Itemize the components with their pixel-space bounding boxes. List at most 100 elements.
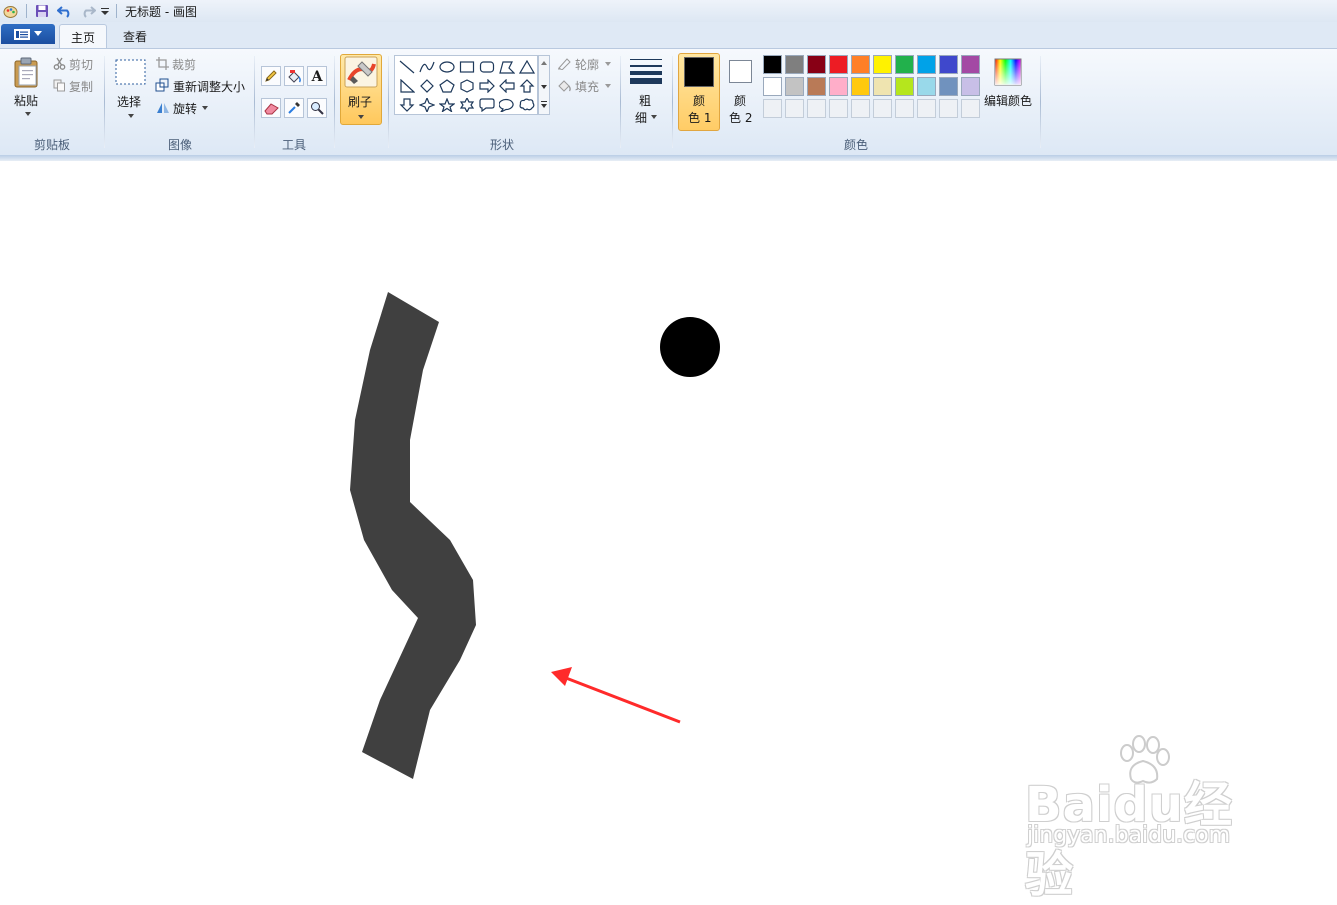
cloud-callout-shape-icon[interactable]	[517, 95, 537, 114]
outline-button[interactable]: 轮廓	[575, 56, 599, 73]
palette-swatch[interactable]	[763, 55, 782, 74]
palette-swatch[interactable]	[895, 77, 914, 96]
pentagon-shape-icon[interactable]	[437, 76, 457, 95]
gallery-up-icon[interactable]	[541, 59, 547, 67]
palette-swatch[interactable]	[829, 77, 848, 96]
palette-custom-slot[interactable]	[807, 99, 826, 118]
rectangle-shape-icon[interactable]	[457, 57, 477, 76]
paint-menu-button[interactable]	[1, 24, 55, 44]
fill-tool[interactable]	[284, 66, 304, 86]
rounded-rectangle-shape-icon[interactable]	[477, 57, 497, 76]
palette-custom-slot[interactable]	[785, 99, 804, 118]
tab-view[interactable]: 查看	[112, 24, 158, 48]
palette-swatch[interactable]	[785, 77, 804, 96]
select-dropdown-icon[interactable]	[127, 112, 135, 120]
palette-swatch[interactable]	[961, 55, 980, 74]
triangle-shape-icon[interactable]	[517, 57, 537, 76]
rounded-callout-shape-icon[interactable]	[477, 95, 497, 114]
brushes-dropdown-icon[interactable]	[357, 113, 365, 121]
palette-custom-slot[interactable]	[895, 99, 914, 118]
palette-swatch[interactable]	[851, 55, 870, 74]
rotate-dropdown-icon[interactable]	[201, 104, 209, 112]
cut-button[interactable]: 剪切	[69, 56, 93, 73]
rotate-button[interactable]: 旋转	[173, 100, 197, 117]
palette-custom-slot[interactable]	[851, 99, 870, 118]
palette-swatch[interactable]	[851, 77, 870, 96]
size-dropdown-icon[interactable]	[650, 113, 658, 121]
palette-swatch[interactable]	[917, 77, 936, 96]
pencil-tool[interactable]	[261, 66, 281, 86]
palette-swatch[interactable]	[939, 55, 958, 74]
oval-shape-icon[interactable]	[437, 57, 457, 76]
palette-custom-slot[interactable]	[961, 99, 980, 118]
paint-app-icon[interactable]	[2, 3, 18, 19]
paint-menu-chevron-icon	[34, 31, 42, 36]
color2-label-top: 颜	[734, 94, 747, 108]
palette-swatch[interactable]	[961, 77, 980, 96]
tab-bar	[0, 22, 1337, 48]
hexagon-shape-icon[interactable]	[457, 76, 477, 95]
shapes-gallery-scroll[interactable]	[538, 55, 550, 115]
crop-button[interactable]: 裁剪	[172, 56, 196, 73]
fill-button[interactable]: 填充	[575, 78, 599, 95]
palette-swatch[interactable]	[895, 55, 914, 74]
eraser-tool[interactable]	[261, 98, 281, 118]
edit-colors-icon[interactable]	[993, 57, 1023, 87]
up-arrow-shape-icon[interactable]	[517, 76, 537, 95]
curve-shape-icon[interactable]	[417, 57, 437, 76]
color2-swatch[interactable]	[729, 60, 752, 83]
paste-dropdown-icon[interactable]	[24, 110, 32, 118]
left-arrow-shape-icon[interactable]	[497, 76, 517, 95]
palette-swatch[interactable]	[829, 55, 848, 74]
five-point-star-shape-icon[interactable]	[437, 95, 457, 114]
color-picker-tool[interactable]	[284, 98, 304, 118]
size-lines-icon[interactable]	[628, 56, 664, 86]
polygon-shape-icon[interactable]	[497, 57, 517, 76]
tab-home[interactable]: 主页	[59, 24, 107, 49]
save-icon[interactable]	[34, 3, 50, 19]
colors-group-label: 颜色	[843, 138, 868, 152]
palette-swatch[interactable]	[873, 55, 892, 74]
outline-dropdown-icon[interactable]	[604, 60, 612, 68]
magnifier-icon	[311, 102, 324, 115]
oval-callout-shape-icon[interactable]	[497, 95, 517, 114]
edit-colors-button[interactable]: 编辑颜色	[984, 92, 1032, 109]
four-point-star-shape-icon[interactable]	[417, 95, 437, 114]
select-button[interactable]: 选择	[117, 93, 141, 110]
palette-swatch[interactable]	[807, 77, 826, 96]
undo-icon[interactable]	[56, 3, 74, 19]
gallery-expand-icon[interactable]	[541, 101, 547, 111]
diamond-shape-icon[interactable]	[417, 76, 437, 95]
palette-swatch[interactable]	[785, 55, 804, 74]
crop-icon	[155, 56, 169, 70]
palette-swatch[interactable]	[873, 77, 892, 96]
paste-button[interactable]: 粘贴	[14, 92, 38, 109]
six-point-star-shape-icon[interactable]	[457, 95, 477, 114]
palette-swatch[interactable]	[807, 55, 826, 74]
magnifier-tool[interactable]	[307, 98, 327, 118]
brush-stroke	[350, 292, 476, 779]
redo-icon[interactable]	[79, 3, 97, 19]
gallery-down-icon[interactable]	[541, 83, 547, 91]
fill-dropdown-icon[interactable]	[604, 82, 612, 90]
copy-button[interactable]: 复制	[69, 78, 93, 95]
palette-custom-slot[interactable]	[829, 99, 848, 118]
palette-swatch[interactable]	[917, 55, 936, 74]
palette-custom-slot[interactable]	[939, 99, 958, 118]
right-arrow-shape-icon[interactable]	[477, 76, 497, 95]
fill-bucket-icon	[287, 69, 301, 83]
select-icon[interactable]	[114, 58, 146, 86]
palette-swatch[interactable]	[763, 77, 782, 96]
palette-custom-slot[interactable]	[917, 99, 936, 118]
resize-button[interactable]: 重新调整大小	[173, 78, 245, 95]
paste-icon[interactable]	[12, 55, 42, 89]
palette-custom-slot[interactable]	[763, 99, 782, 118]
palette-swatch[interactable]	[939, 77, 958, 96]
line-shape-icon[interactable]	[397, 57, 417, 76]
right-triangle-shape-icon[interactable]	[397, 76, 417, 95]
down-arrow-shape-icon[interactable]	[397, 95, 417, 114]
quick-access-dropdown-icon[interactable]	[100, 3, 110, 19]
text-tool[interactable]: A	[307, 66, 327, 86]
palette-custom-slot[interactable]	[873, 99, 892, 118]
size-label-top: 粗	[639, 94, 652, 108]
